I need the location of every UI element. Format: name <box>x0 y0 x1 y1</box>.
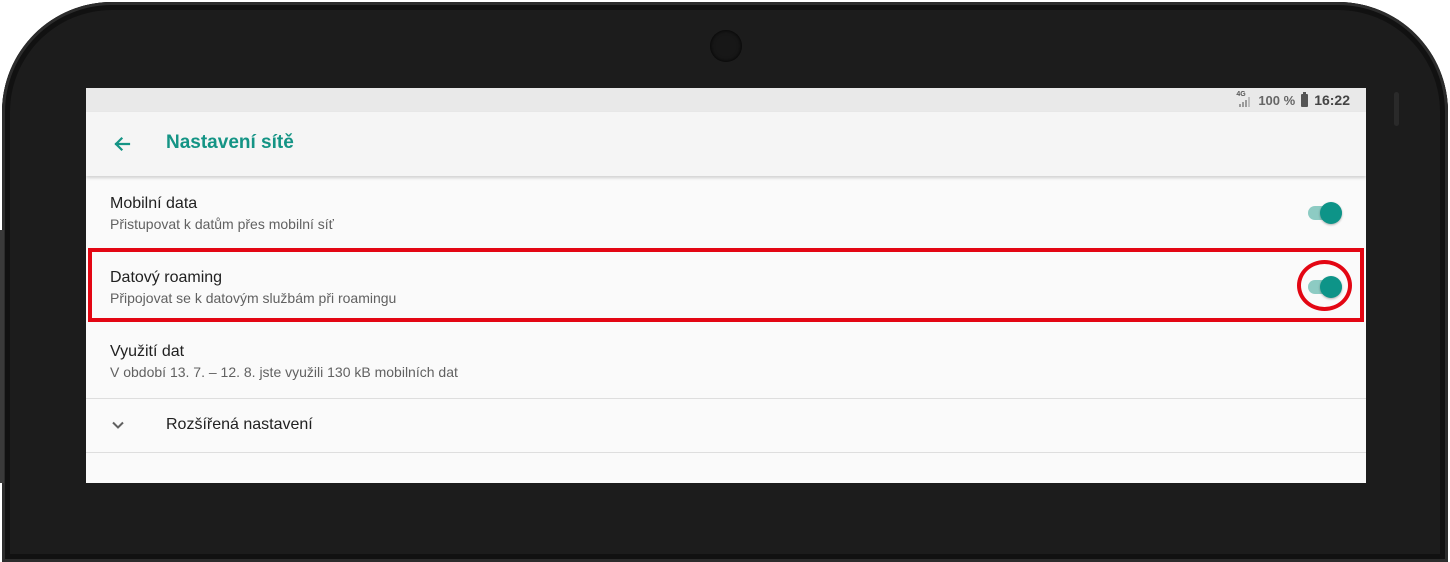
tablet-device: 4G 100 % 16:22 Nastavení sítě Mobilní da… <box>0 0 1450 562</box>
setting-subtitle: Připojovat se k datovým službám při roam… <box>110 290 397 306</box>
battery-percent: 100 % <box>1258 92 1296 108</box>
battery-icon <box>1301 91 1309 107</box>
back-button[interactable] <box>106 128 138 160</box>
device-screen: 4G 100 % 16:22 Nastavení sítě Mobilní da… <box>86 88 1366 483</box>
advanced-settings-item[interactable]: Rozšířená nastavení <box>86 398 1366 452</box>
device-edge <box>0 230 4 483</box>
status-bar: 4G 100 % 16:22 <box>86 88 1366 112</box>
front-camera <box>710 30 742 62</box>
page-title: Nastavení sítě <box>166 132 294 153</box>
toggle-thumb <box>1320 276 1342 298</box>
divider <box>86 452 1366 453</box>
settings-list: Mobilní data Přistupovat k datům přes mo… <box>86 176 1366 453</box>
setting-title: Mobilní data <box>110 195 198 212</box>
setting-title: Datový roaming <box>110 269 223 286</box>
arrow-left-icon <box>114 136 131 152</box>
clock: 16:22 <box>1314 92 1350 108</box>
app-bar: Nastavení sítě <box>86 112 1366 176</box>
setting-subtitle: Přistupovat k datům přes mobilní síť <box>110 216 334 232</box>
setting-subtitle: V období 13. 7. – 12. 8. jste využili 13… <box>110 364 458 380</box>
network-type: 4G <box>1236 91 1246 98</box>
setting-mobile-data[interactable]: Mobilní data Přistupovat k datům přes mo… <box>86 176 1366 250</box>
setting-data-usage[interactable]: Využití dat V období 13. 7. – 12. 8. jst… <box>86 324 1366 398</box>
status-indicators: 4G 100 % 16:22 <box>1236 88 1350 112</box>
device-side-button <box>1394 92 1399 126</box>
chevron-down-icon <box>112 421 124 429</box>
setting-title: Využití dat <box>110 343 185 360</box>
setting-data-roaming[interactable]: Datový roaming Připojovat se k datovým s… <box>86 250 1366 324</box>
advanced-settings-label: Rozšířená nastavení <box>166 416 313 433</box>
toggle-thumb <box>1320 202 1342 224</box>
data-roaming-toggle[interactable] <box>1308 276 1342 298</box>
mobile-data-toggle[interactable] <box>1308 202 1342 224</box>
signal-icon: 4G <box>1236 91 1252 108</box>
